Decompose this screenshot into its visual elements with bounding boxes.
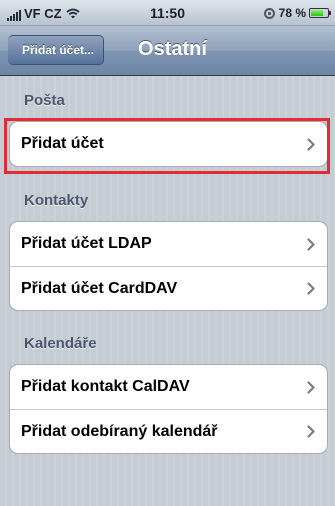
group-calendars: Přidat kontakt CalDAV Přidat odebíraný k… <box>9 364 328 454</box>
row-add-ldap-account[interactable]: Přidat účet LDAP <box>10 222 327 266</box>
chevron-right-icon <box>307 237 315 251</box>
row-label: Přidat odebíraný kalendář <box>21 422 218 440</box>
chevron-right-icon <box>307 380 315 394</box>
orientation-lock-icon <box>263 7 275 19</box>
back-button-label: Přidat účet... <box>22 43 95 57</box>
battery-area: 78 % <box>263 6 331 20</box>
section-header-mail: Pošta <box>24 92 65 109</box>
row-label: Přidat účet CardDAV <box>21 279 178 297</box>
group-mail: Přidat účet <box>9 121 328 167</box>
section-header-calendars: Kalendáře <box>24 335 97 352</box>
row-add-account[interactable]: Přidat účet <box>10 122 327 166</box>
group-contacts: Přidat účet LDAP Přidat účet CardDAV <box>9 221 328 311</box>
chevron-right-icon <box>307 137 315 151</box>
chevron-right-icon <box>307 282 315 295</box>
settings-content[interactable]: Pošta Přidat účet Kontakty Přidat účet L… <box>0 76 335 506</box>
navigation-bar: Přidat účet... Ostatní <box>0 26 335 76</box>
section-header-contacts: Kontakty <box>24 192 89 209</box>
battery-icon <box>309 8 331 18</box>
row-add-carddav-account[interactable]: Přidat účet CardDAV <box>10 266 327 310</box>
battery-percentage: 78 % <box>278 6 306 20</box>
status-bar: VF CZ 11:50 78 % <box>0 0 335 26</box>
row-add-subscribed-calendar[interactable]: Přidat odebíraný kalendář <box>10 409 327 453</box>
row-label: Přidat účet <box>21 135 104 152</box>
row-label: Přidat kontakt CalDAV <box>21 378 190 395</box>
row-label: Přidat účet LDAP <box>21 235 152 252</box>
chevron-right-icon <box>307 425 315 438</box>
row-add-caldav-contact[interactable]: Přidat kontakt CalDAV <box>10 365 327 409</box>
